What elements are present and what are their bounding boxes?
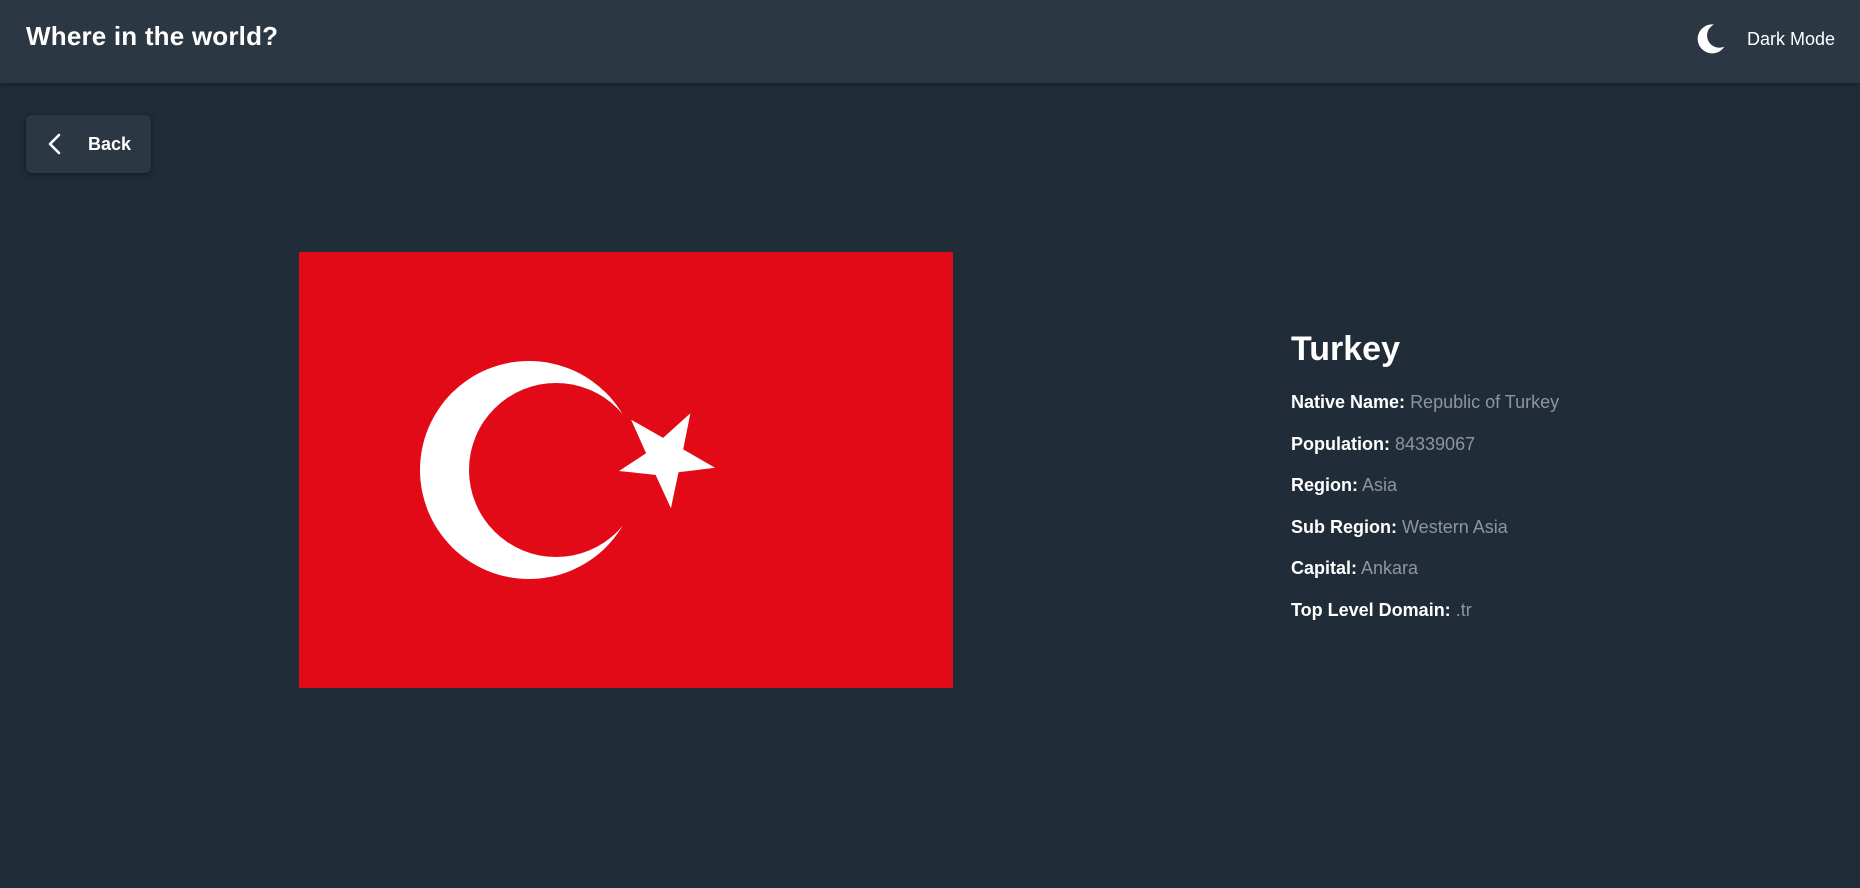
field-label: Capital: xyxy=(1291,558,1358,578)
country-name: Turkey xyxy=(1291,330,1400,368)
field-value: Asia xyxy=(1362,475,1398,495)
field-label: Sub Region: xyxy=(1291,516,1397,537)
country-details: Turkey Native Name: Republic of Turkey P… xyxy=(1291,326,1811,639)
field-label: Top Level Domain: xyxy=(1291,599,1451,620)
app-title: Where in the world? xyxy=(26,21,279,51)
top-bar: Where in the world? Dark Mode xyxy=(0,0,1860,83)
sub-region-field: Sub Region: Western Asia xyxy=(1291,515,1811,539)
dark-mode-label: Dark Mode xyxy=(1746,28,1835,49)
field-value: Republic of Turkey xyxy=(1410,392,1560,412)
back-label: Back xyxy=(88,133,132,154)
country-flag xyxy=(299,252,953,688)
top-level-domain-field: Top Level Domain: .tr xyxy=(1291,598,1811,622)
back-button[interactable]: Back xyxy=(26,115,151,173)
turkey-flag-image xyxy=(299,252,953,688)
field-value: Western Asia xyxy=(1402,516,1508,537)
field-label: Region: xyxy=(1291,475,1358,495)
native-name-field: Native Name: Republic of Turkey xyxy=(1291,390,1811,414)
field-label: Population: xyxy=(1291,433,1390,454)
moon-icon xyxy=(1697,24,1725,54)
population-field: Population: 84339067 xyxy=(1291,432,1811,456)
field-value: Ankara xyxy=(1361,558,1419,578)
field-value: 84339067 xyxy=(1395,433,1476,454)
chevron-left-icon xyxy=(48,133,61,155)
dark-mode-toggle[interactable]: Dark Mode xyxy=(1693,19,1835,59)
field-label: Native Name: xyxy=(1291,392,1406,412)
field-value: .tr xyxy=(1455,599,1472,620)
capital-field: Capital: Ankara xyxy=(1291,556,1811,580)
region-field: Region: Asia xyxy=(1291,473,1811,497)
